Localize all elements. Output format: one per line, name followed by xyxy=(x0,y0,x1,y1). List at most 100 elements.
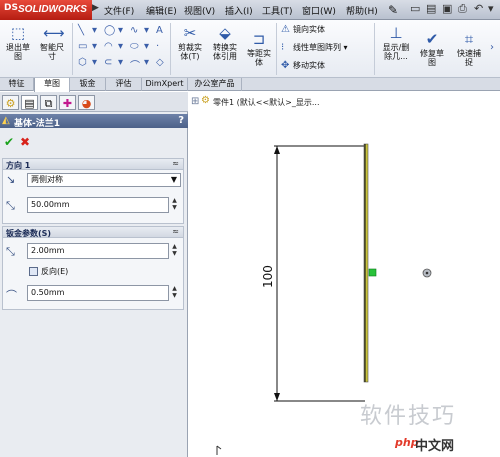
menu-bar: DS SOLIDWORKS ▶ 文件(F) 编辑(E) 视图(V) 插入(I) … xyxy=(0,0,500,20)
linear-pattern-button[interactable]: ⁝ 线性草图阵列 ▾ xyxy=(281,42,348,53)
dropdown-arrow-icon[interactable]: ▾ xyxy=(344,43,348,52)
bend-radius-icon: ⌒ xyxy=(6,289,17,302)
feature-manager-tab[interactable]: ⚙ xyxy=(2,95,19,110)
tab-dimxpert[interactable]: DimXpert xyxy=(142,78,188,91)
watermark-text: 软件技巧 xyxy=(360,404,457,429)
dropdown-arrow-icon[interactable]: ▾ xyxy=(92,25,97,36)
mirror-entities-label: 镜向实体 xyxy=(293,25,325,34)
circle-tool-icon[interactable]: ◯ xyxy=(104,25,115,36)
open-folder-icon[interactable]: ▤ xyxy=(426,2,436,15)
new-document-icon[interactable]: ▭ xyxy=(410,2,420,15)
thickness-input[interactable]: 2.00mm xyxy=(27,243,169,259)
property-sheet-icon: ▤ xyxy=(24,97,35,110)
dropdown-arrow-icon[interactable]: ▾ xyxy=(144,41,149,52)
offset-entities-button[interactable]: ⊐ 等距实 体 xyxy=(244,30,274,67)
mirror-entities-button[interactable]: ⚠ 镜向实体 xyxy=(281,24,325,35)
convert-entities-button[interactable]: ⬙ 转换实 体引用 xyxy=(208,24,242,61)
menu-tools[interactable]: 工具(T) xyxy=(262,4,293,17)
property-manager-tab[interactable]: ▤ xyxy=(21,95,38,110)
solidworks-logo[interactable]: DS SOLIDWORKS xyxy=(0,0,92,20)
quick-snaps-button[interactable]: ⌗ 快速捕 捉 xyxy=(452,30,486,67)
undo-icon[interactable]: ↶ xyxy=(474,2,483,15)
slot-tool-icon[interactable]: ⊂ xyxy=(104,57,112,68)
dropdown-arrow-icon[interactable]: ▾ xyxy=(144,57,149,68)
ellipse-tool-icon[interactable]: ⬭ xyxy=(130,41,139,52)
tab-sketch[interactable]: 草图 xyxy=(34,78,70,92)
rectangle-tool-icon[interactable]: ▭ xyxy=(78,41,87,52)
menu-edit[interactable]: 编辑(E) xyxy=(146,4,177,17)
tab-sheetmetal[interactable]: 钣金 xyxy=(70,78,106,91)
repair-sketch-button[interactable]: ✔ 修复草 图 xyxy=(416,30,448,67)
sheetmetal-parameters-title: 钣金参数(S) xyxy=(6,229,52,238)
polygon-tool-icon[interactable]: ⬡ xyxy=(78,57,87,68)
smart-dimension-button[interactable]: ⟷ 智能尺 寸 xyxy=(36,24,68,61)
dropdown-icon[interactable]: ▾ xyxy=(488,2,494,15)
text-tool-icon[interactable]: A xyxy=(156,25,163,36)
ribbon-separator xyxy=(170,23,171,75)
dropdown-arrow-icon[interactable]: ▾ xyxy=(92,57,97,68)
line-tool-icon[interactable]: ╲ xyxy=(78,25,84,36)
pin-icon[interactable]: ✎ xyxy=(388,3,398,17)
point-tool-icon[interactable]: · xyxy=(156,41,159,52)
bend-radius-spinner[interactable]: ▲ ▼ xyxy=(171,285,178,301)
dimxpert-manager-tab[interactable]: ✚ xyxy=(59,95,76,110)
tab-evaluate[interactable]: 评估 xyxy=(106,78,142,91)
tab-office-products[interactable]: 办公室产品 xyxy=(188,78,242,91)
dropdown-arrow-icon[interactable]: ▾ xyxy=(144,25,149,36)
save-icon[interactable]: ▣ xyxy=(442,2,452,15)
feature-title: 基体-法兰1 xyxy=(14,119,60,129)
repair-sketch-label: 修复草 图 xyxy=(420,49,444,67)
direction-arrow-icon[interactable]: ↘ xyxy=(6,173,15,186)
depth-spinner[interactable]: ▲ ▼ xyxy=(171,197,178,213)
dropdown-arrow-icon[interactable]: ▾ xyxy=(118,25,123,36)
arc-tool-icon[interactable]: ◠ xyxy=(104,41,113,52)
mirror-icon: ⚠ xyxy=(281,24,290,35)
collapse-chevron-icon[interactable]: ≈ xyxy=(172,227,179,236)
dropdown-arrow-icon[interactable]: ▾ xyxy=(92,41,97,52)
quick-access-toolbar: ▭ ▤ ▣ ⎙ ↶ ▾ xyxy=(408,2,500,18)
sheetmetal-parameters-header[interactable]: 钣金参数(S) ≈ xyxy=(3,227,183,238)
trim-entities-button[interactable]: ✂ 剪裁实 体(T) xyxy=(174,24,206,61)
offset-entities-label: 等距实 体 xyxy=(247,49,271,67)
display-manager-tab[interactable]: ◕ xyxy=(78,95,95,110)
sheetmetal-parameters-group: 钣金参数(S) ≈ ⤡ 2.00mm ▲ ▼ 反向(E) ⌒ 0.50mm ▲ ▼ xyxy=(2,226,184,310)
menu-insert[interactable]: 插入(I) xyxy=(225,4,253,17)
dimension-value-label[interactable]: 100 xyxy=(261,265,275,288)
reverse-direction-label: 反向(E) xyxy=(41,267,69,276)
configuration-manager-tab[interactable]: ⧉ xyxy=(40,95,57,110)
menu-help[interactable]: 帮助(H) xyxy=(346,4,378,17)
convert-entities-label: 转换实 体引用 xyxy=(213,43,237,61)
quick-snaps-label: 快速捕 捉 xyxy=(457,49,481,67)
end-condition-select[interactable]: 两侧对称 ▼ xyxy=(27,173,181,187)
thickness-icon: ⤡ xyxy=(6,245,15,258)
menu-expand-arrow-icon[interactable]: ▶ xyxy=(92,3,102,13)
depth-input[interactable]: 50.00mm xyxy=(27,197,169,213)
help-button[interactable]: ? xyxy=(178,115,184,126)
thickness-spinner[interactable]: ▲ ▼ xyxy=(171,243,178,259)
tab-features[interactable]: 特征 xyxy=(0,78,34,91)
menu-window[interactable]: 窗口(W) xyxy=(302,4,336,17)
spline-tool-icon[interactable]: ∿ xyxy=(130,25,138,36)
print-icon[interactable]: ⎙ xyxy=(458,2,467,16)
thickness-value: 2.00mm xyxy=(31,246,65,255)
dropdown-arrow-icon[interactable]: ▾ xyxy=(118,57,123,68)
more-icon[interactable]: › xyxy=(490,42,494,53)
direction-1-header[interactable]: 方向 1 ≈ xyxy=(3,159,183,170)
menu-file[interactable]: 文件(F) xyxy=(104,4,134,17)
collapse-chevron-icon[interactable]: ≈ xyxy=(172,159,179,168)
dropdown-arrow-icon[interactable]: ▾ xyxy=(118,41,123,52)
convert-entities-icon: ⬙ xyxy=(219,24,231,42)
menu-view[interactable]: 视图(V) xyxy=(184,4,215,17)
bend-radius-input[interactable]: 0.50mm xyxy=(27,285,169,301)
fillet-tool-icon[interactable]: ⌒ xyxy=(130,57,140,72)
exit-sketch-button[interactable]: ⬚ 退出草 图 xyxy=(3,24,33,61)
display-relations-button[interactable]: ⊥ 显示/删 除几... xyxy=(378,24,414,61)
plane-tool-icon[interactable]: ◇ xyxy=(156,57,164,68)
cancel-x-icon[interactable]: ✖ xyxy=(20,135,30,149)
site-watermark-logo: php 中文网 xyxy=(395,433,500,455)
reverse-direction-checkbox[interactable] xyxy=(29,267,38,276)
site-name: 中文网 xyxy=(415,439,455,454)
bend-radius-value: 0.50mm xyxy=(31,288,65,297)
move-entities-button[interactable]: ✥ 移动实体 xyxy=(281,60,325,71)
ok-check-icon[interactable]: ✔ xyxy=(4,135,14,149)
